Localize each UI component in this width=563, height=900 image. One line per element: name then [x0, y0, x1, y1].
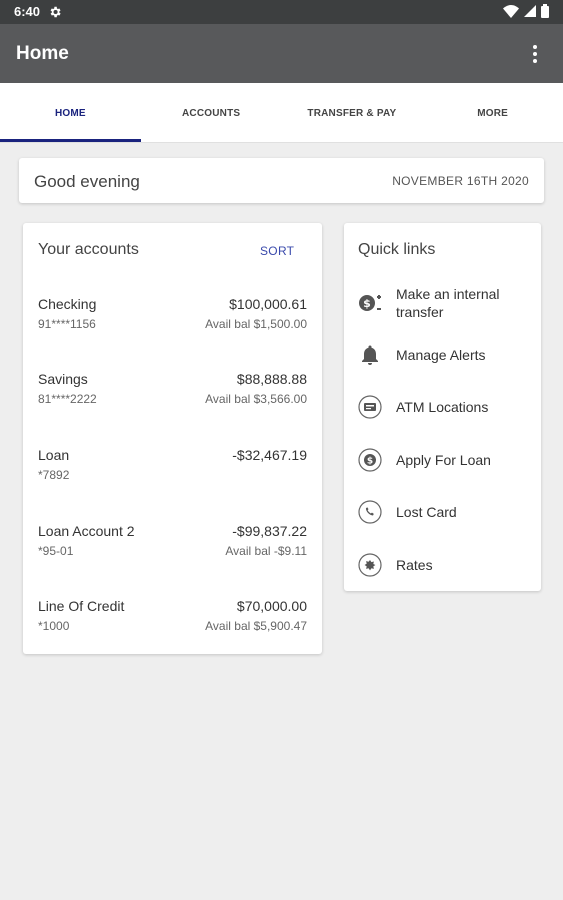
svg-text:$: $ [363, 297, 371, 310]
transfer-icon: $ [359, 295, 381, 311]
tab-more[interactable]: MORE [422, 83, 563, 142]
accounts-card: Your accounts SORT Checking 91****1156 $… [23, 223, 322, 654]
account-balance: $88,888.88 [236, 371, 307, 387]
account-available-balance: Avail bal $1,500.00 [205, 317, 307, 331]
account-number: 81****2222 [38, 392, 97, 406]
account-number: *7892 [38, 468, 70, 482]
account-balance: -$99,837.22 [232, 523, 307, 539]
account-available-balance: Avail bal -$9.11 [225, 544, 307, 558]
account-number: *95-01 [38, 544, 74, 558]
quick-link-label: Apply For Loan [396, 452, 491, 468]
account-name: Loan [38, 447, 70, 463]
account-balance: $100,000.61 [229, 296, 307, 312]
quick-link-label: Rates [396, 557, 433, 573]
accounts-title: Your accounts [38, 241, 139, 258]
account-number: 91****1156 [38, 317, 96, 331]
quick-link-lost-card[interactable]: Lost Card [358, 500, 533, 524]
wifi-icon [503, 4, 519, 18]
tab-accounts[interactable]: ACCOUNTS [141, 83, 282, 142]
phone-icon [358, 500, 382, 524]
status-time: 6:40 [14, 4, 41, 19]
loan-icon: $ [358, 448, 382, 472]
account-balance: $70,000.00 [236, 598, 307, 614]
quick-link-internal-transfer[interactable]: $ Make an internal transfer [358, 285, 533, 321]
greeting-date: NOVEMBER 16TH 2020 [392, 174, 529, 188]
quick-link-label: Make an internal transfer [396, 286, 500, 320]
app-bar: Home [0, 24, 563, 83]
account-name: Savings [38, 371, 88, 387]
account-name: Line Of Credit [38, 598, 125, 614]
greeting-card: Good evening NOVEMBER 16TH 2020 [19, 158, 544, 203]
rates-icon [358, 553, 382, 577]
overflow-menu-icon[interactable] [525, 43, 545, 65]
tab-transfer-pay[interactable]: TRANSFER & PAY [282, 83, 423, 142]
account-balance: -$32,467.19 [232, 447, 307, 463]
account-name: Checking [38, 296, 97, 312]
sort-button[interactable]: SORT [260, 244, 294, 258]
status-bar: 6:40 [0, 0, 563, 24]
account-row-checking[interactable]: Checking 91****1156 $100,000.61 Avail ba… [38, 296, 307, 340]
account-row-savings[interactable]: Savings 81****2222 $88,888.88 Avail bal … [38, 371, 307, 415]
status-icons [503, 4, 549, 18]
tab-home[interactable]: HOME [0, 83, 141, 142]
tab-bar: HOME ACCOUNTS TRANSFER & PAY MORE [0, 83, 563, 143]
quick-links-title: Quick links [358, 241, 436, 258]
greeting-text: Good evening [34, 172, 140, 191]
quick-link-apply-for-loan[interactable]: $ Apply For Loan [358, 448, 533, 472]
account-row-loan-account-2[interactable]: Loan Account 2 *95-01 -$99,837.22 Avail … [38, 523, 307, 567]
account-available-balance: Avail bal $5,900.47 [205, 619, 307, 633]
bell-icon [362, 345, 378, 365]
quick-links-card: Quick links $ Make an internal transfer … [344, 223, 541, 591]
account-name: Loan Account 2 [38, 523, 135, 539]
cell-signal-icon [524, 5, 536, 17]
atm-icon [358, 395, 382, 419]
quick-link-rates[interactable]: Rates [358, 553, 533, 577]
account-row-line-of-credit[interactable]: Line Of Credit *1000 $70,000.00 Avail ba… [38, 598, 307, 642]
quick-link-label: ATM Locations [396, 399, 489, 415]
quick-link-manage-alerts[interactable]: Manage Alerts [358, 343, 533, 367]
svg-text:$: $ [367, 457, 373, 467]
quick-link-label: Lost Card [396, 504, 457, 520]
settings-gear-icon [50, 6, 61, 18]
page-title: Home [16, 43, 69, 64]
quick-link-atm-locations[interactable]: ATM Locations [358, 395, 533, 419]
account-available-balance: Avail bal $3,566.00 [205, 392, 307, 406]
account-number: *1000 [38, 619, 70, 633]
account-row-loan[interactable]: Loan *7892 -$32,467.19 [38, 447, 307, 491]
battery-icon [541, 4, 549, 18]
quick-link-label: Manage Alerts [396, 347, 486, 363]
